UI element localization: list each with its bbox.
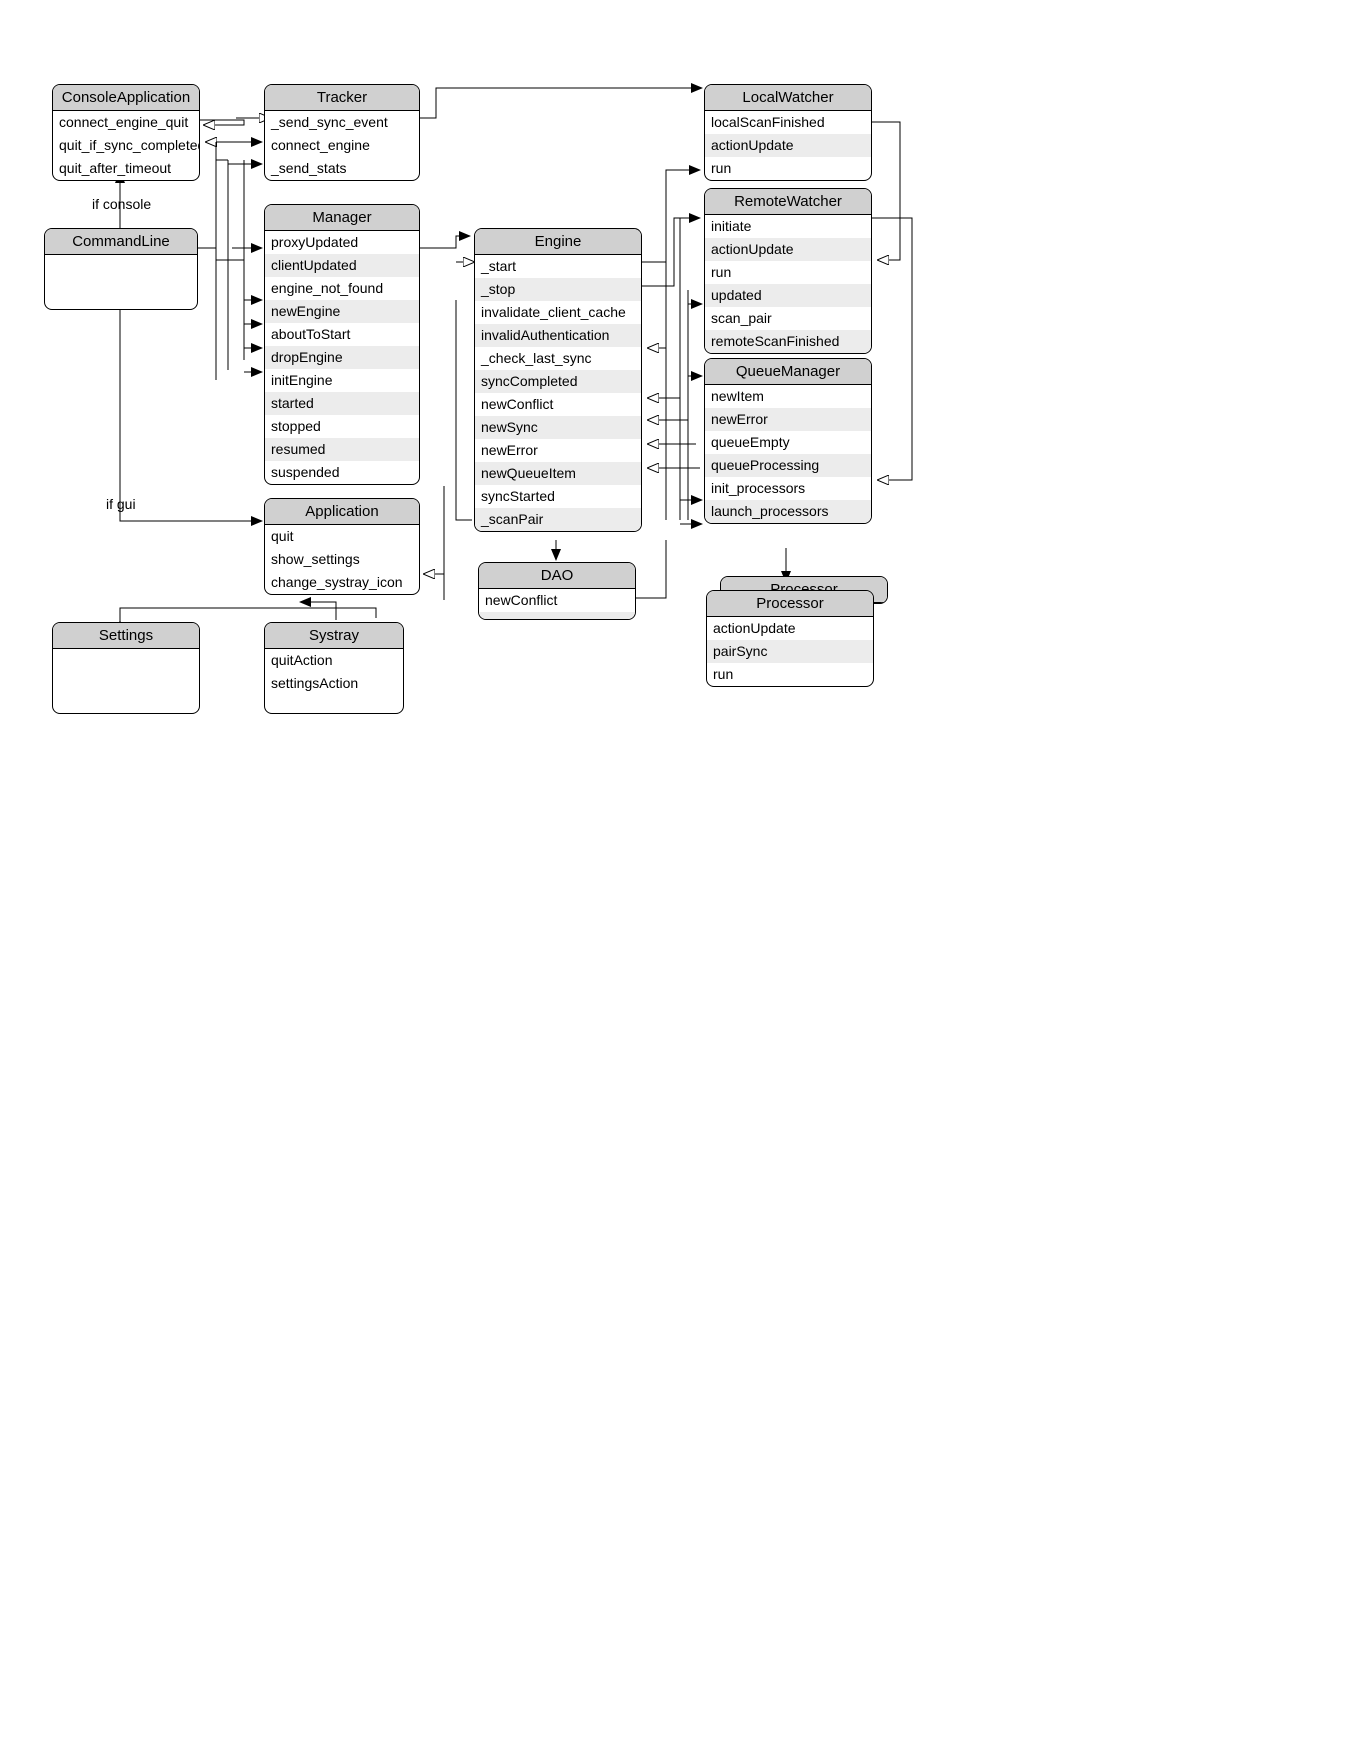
row: newQueueItem (475, 462, 641, 485)
box-title: Application (265, 499, 419, 525)
row: run (707, 663, 873, 686)
box-title: RemoteWatcher (705, 189, 871, 215)
row: actionUpdate (705, 238, 871, 261)
row: _send_stats (265, 157, 419, 180)
row: initEngine (265, 369, 419, 392)
row: _stop (475, 278, 641, 301)
row: init_processors (705, 477, 871, 500)
row: clientUpdated (265, 254, 419, 277)
row: connect_engine_quit (53, 111, 199, 134)
row: _scanPair (475, 508, 641, 531)
row: queueEmpty (705, 431, 871, 454)
row: newError (475, 439, 641, 462)
row: pairSync (707, 640, 873, 663)
row: actionUpdate (707, 617, 873, 640)
row: newItem (705, 385, 871, 408)
box-dao: DAO newConflict (478, 562, 636, 620)
row: scan_pair (705, 307, 871, 330)
row: run (705, 261, 871, 284)
row: launch_processors (705, 500, 871, 523)
row: syncStarted (475, 485, 641, 508)
row: settingsAction (265, 672, 403, 695)
box-title: CommandLine (45, 229, 197, 255)
box-title: Manager (265, 205, 419, 231)
row: show_settings (265, 548, 419, 571)
connectors (0, 0, 1360, 1760)
box-title: QueueManager (705, 359, 871, 385)
box-title: Tracker (265, 85, 419, 111)
diagram-canvas: ConsoleApplication connect_engine_quit q… (0, 0, 1360, 1760)
row: quit_after_timeout (53, 157, 199, 180)
row: _start (475, 255, 641, 278)
row: proxyUpdated (265, 231, 419, 254)
row: _send_sync_event (265, 111, 419, 134)
row: _check_last_sync (475, 347, 641, 370)
row: syncCompleted (475, 370, 641, 393)
box-console-application: ConsoleApplication connect_engine_quit q… (52, 84, 200, 181)
box-engine: Engine _start _stop invalidate_client_ca… (474, 228, 642, 532)
row: invalidAuthentication (475, 324, 641, 347)
box-application: Application quit show_settings change_sy… (264, 498, 420, 595)
box-localwatcher: LocalWatcher localScanFinished actionUpd… (704, 84, 872, 181)
row: actionUpdate (705, 134, 871, 157)
row: quitAction (265, 649, 403, 672)
box-title: LocalWatcher (705, 85, 871, 111)
row: quit_if_sync_completed (53, 134, 199, 157)
row: stopped (265, 415, 419, 438)
row: suspended (265, 461, 419, 484)
row: aboutToStart (265, 323, 419, 346)
box-manager: Manager proxyUpdated clientUpdated engin… (264, 204, 420, 485)
row: newConflict (479, 589, 635, 612)
box-settings: Settings (52, 622, 200, 714)
row: started (265, 392, 419, 415)
row: run (705, 157, 871, 180)
row: queueProcessing (705, 454, 871, 477)
box-remotewatcher: RemoteWatcher initiate actionUpdate run … (704, 188, 872, 354)
row: invalidate_client_cache (475, 301, 641, 324)
row (479, 612, 635, 619)
row: remoteScanFinished (705, 330, 871, 353)
label-if-console: if console (92, 196, 151, 212)
row: newEngine (265, 300, 419, 323)
box-title: Processor (707, 591, 873, 617)
box-title: Engine (475, 229, 641, 255)
row: resumed (265, 438, 419, 461)
box-queuemanager: QueueManager newItem newError queueEmpty… (704, 358, 872, 524)
box-title: ConsoleApplication (53, 85, 199, 111)
box-title: DAO (479, 563, 635, 589)
row: newSync (475, 416, 641, 439)
row: localScanFinished (705, 111, 871, 134)
box-systray: Systray quitAction settingsAction (264, 622, 404, 714)
box-commandline: CommandLine (44, 228, 198, 310)
row: change_systray_icon (265, 571, 419, 594)
row: updated (705, 284, 871, 307)
row: newConflict (475, 393, 641, 416)
row: dropEngine (265, 346, 419, 369)
row: connect_engine (265, 134, 419, 157)
row: initiate (705, 215, 871, 238)
box-tracker: Tracker _send_sync_event connect_engine … (264, 84, 420, 181)
box-title: Systray (265, 623, 403, 649)
row: quit (265, 525, 419, 548)
box-processor: Processor actionUpdate pairSync run (706, 590, 874, 687)
label-if-gui: if gui (106, 496, 136, 512)
row: engine_not_found (265, 277, 419, 300)
row: newError (705, 408, 871, 431)
box-title: Settings (53, 623, 199, 649)
